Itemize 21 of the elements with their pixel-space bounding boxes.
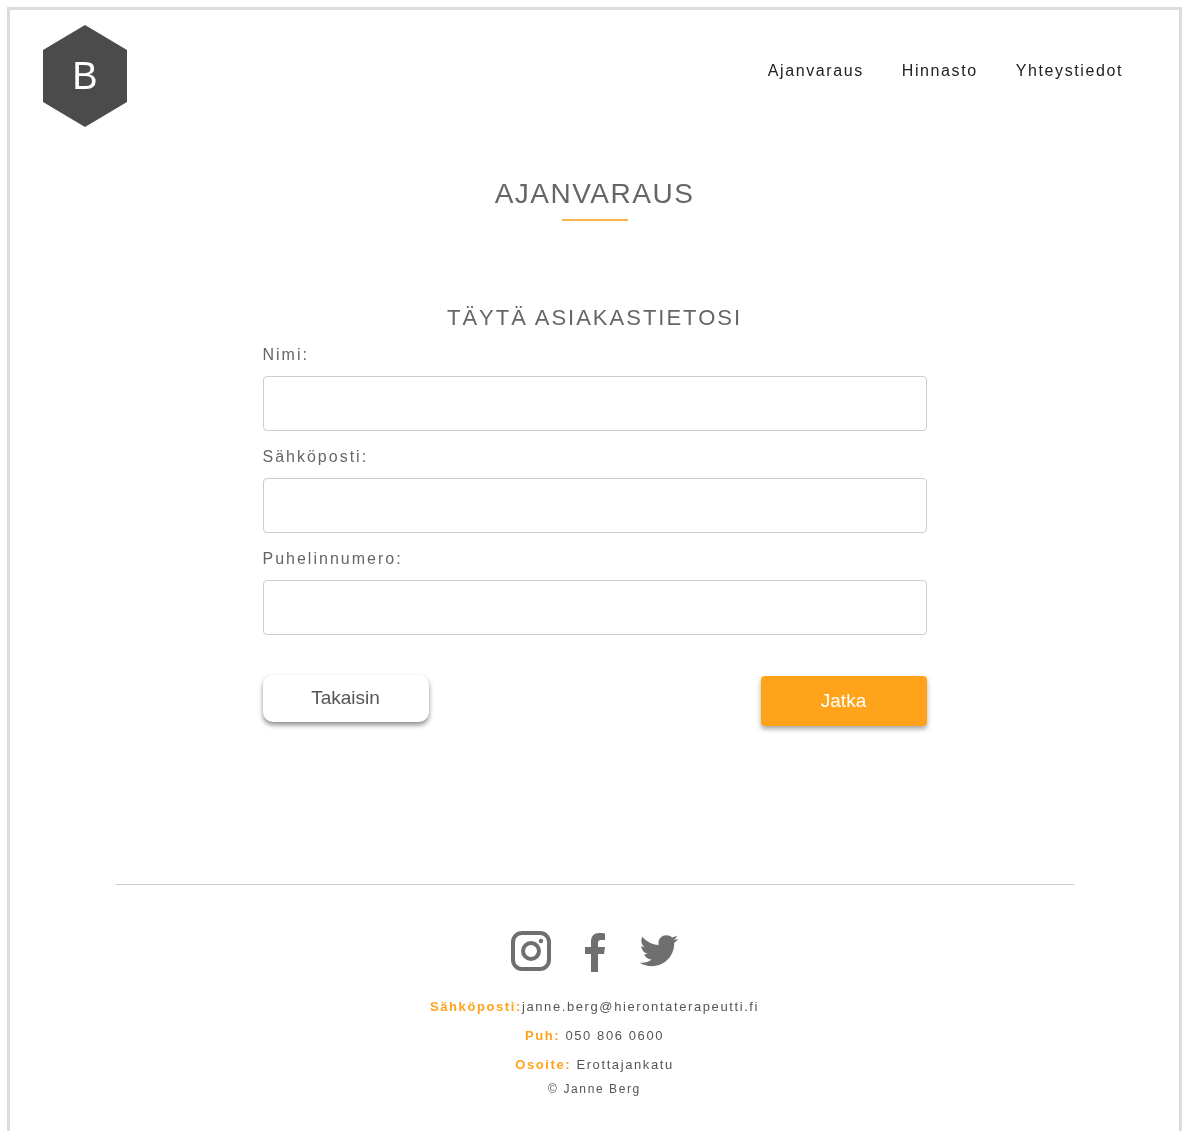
- back-button[interactable]: Takaisin: [262, 675, 429, 722]
- contact-label: Puh:: [524, 1028, 561, 1043]
- contact-value: 050 806 0600: [564, 1028, 665, 1043]
- copyright-text: © Janne Berg: [548, 1083, 641, 1095]
- contact-value: Erottajankatu: [575, 1057, 674, 1072]
- field-label: Puhelinnumero:: [262, 549, 403, 569]
- contact-label: Osoite:: [515, 1057, 572, 1072]
- nav-link[interactable]: Hinnasto: [901, 59, 978, 83]
- page-title: AJANVARAUS: [494, 177, 695, 211]
- contact-label: Sähköposti:: [429, 999, 522, 1014]
- form-heading: TÄYTÄ ASIAKASTIETOSI: [445, 304, 744, 331]
- logo[interactable]: B: [43, 25, 127, 127]
- nav-link[interactable]: Yhteystiedot: [1015, 59, 1123, 83]
- input-field[interactable]: [262, 580, 927, 635]
- field-label: Nimi:: [262, 345, 309, 365]
- nav-link[interactable]: Ajanvaraus: [767, 59, 864, 83]
- input-field[interactable]: [262, 478, 927, 533]
- contact-value: janne.berg@hierontaterapeutti.fi: [521, 999, 760, 1014]
- input-field[interactable]: [262, 376, 927, 431]
- instagram-icon[interactable]: [509, 930, 552, 972]
- field-label: Sähköposti:: [262, 447, 369, 467]
